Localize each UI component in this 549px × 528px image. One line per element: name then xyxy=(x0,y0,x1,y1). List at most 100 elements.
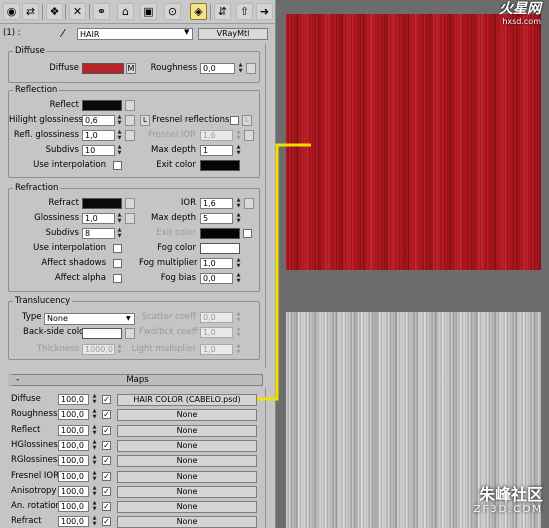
map-enable-checkbox[interactable]: ✓ xyxy=(102,486,111,496)
map-slot-button[interactable]: None xyxy=(117,501,257,514)
map-amount-spinner[interactable]: ▲ ▼ xyxy=(91,470,98,482)
map-amount-spinner[interactable]: ▲ ▼ xyxy=(91,394,98,405)
map-slot-button[interactable]: None xyxy=(117,439,257,452)
light-multiplier-field[interactable]: 1,0 xyxy=(200,344,233,355)
map-slot-button[interactable]: None xyxy=(117,455,257,468)
go-to-parent-icon[interactable]: ⇵ xyxy=(214,3,231,20)
map-amount-spinner[interactable]: ▲ ▼ xyxy=(91,485,98,497)
reflection-max-depth-field[interactable]: 1 xyxy=(200,145,233,156)
refraction-glossiness-spinner[interactable]: ▲ ▼ xyxy=(116,213,123,224)
ior-spinner[interactable]: ▲ ▼ xyxy=(235,198,242,209)
refraction-glossiness-map-button[interactable] xyxy=(125,213,135,224)
put-to-library-icon[interactable]: ⌂ xyxy=(117,3,134,20)
refract-color-swatch[interactable] xyxy=(82,198,122,209)
light-multiplier-spinner[interactable]: ▲ ▼ xyxy=(235,344,242,355)
reflection-max-depth-spinner[interactable]: ▲ ▼ xyxy=(235,145,242,156)
refraction-exit-color-swatch[interactable] xyxy=(200,228,240,239)
thickness-field[interactable]: 1000,0 xyxy=(82,344,115,355)
chevron-down-icon[interactable]: ▼ xyxy=(126,315,131,322)
map-slot-button[interactable]: None xyxy=(117,485,257,498)
affect-alpha-checkbox[interactable] xyxy=(113,274,122,283)
map-amount-spinner[interactable]: ▲ ▼ xyxy=(91,409,98,420)
refraction-use-interpolation-checkbox[interactable] xyxy=(113,244,122,253)
map-slot-button[interactable]: None xyxy=(117,424,257,437)
show-end-result-icon[interactable]: ◈ xyxy=(190,3,207,20)
fog-bias-field[interactable]: 0,0 xyxy=(200,273,233,284)
roughness-map-button[interactable] xyxy=(246,63,256,74)
map-enable-checkbox[interactable]: ✓ xyxy=(102,517,111,527)
back-side-color-swatch[interactable] xyxy=(82,328,122,339)
material-effects-icon[interactable]: ▣ xyxy=(140,3,157,20)
map-amount-spinner[interactable]: ▲ ▼ xyxy=(91,424,98,436)
roughness-spinner[interactable]: ▲ ▼ xyxy=(237,63,244,74)
refl-glossiness-spinner[interactable]: ▲ ▼ xyxy=(116,130,123,141)
affect-shadows-checkbox[interactable] xyxy=(113,259,122,268)
fog-multiplier-spinner[interactable]: ▲ ▼ xyxy=(235,258,242,269)
diffuse-map-button[interactable]: M xyxy=(126,63,136,74)
refl-glossiness-map-button[interactable] xyxy=(125,130,135,141)
reflection-subdivs-field[interactable]: 10 xyxy=(82,145,115,156)
reflection-subdivs-spinner[interactable]: ▲ ▼ xyxy=(116,145,123,156)
reset-icon[interactable]: ✕ xyxy=(69,3,86,20)
refraction-exit-color-checkbox[interactable] xyxy=(243,229,252,238)
map-enable-checkbox[interactable]: ✓ xyxy=(102,456,111,466)
scatter-coeff-spinner[interactable]: ▲ ▼ xyxy=(235,312,242,323)
put-to-scene-icon[interactable]: ⇄ xyxy=(22,3,39,20)
fwd-bck-coeff-field[interactable]: 1,0 xyxy=(200,327,233,338)
reflect-map-button[interactable] xyxy=(125,100,135,111)
hilight-lock-button[interactable]: L xyxy=(140,115,150,126)
roughness-field[interactable]: 0,0 xyxy=(200,63,235,74)
refraction-subdivs-spinner[interactable]: ▲ ▼ xyxy=(116,228,123,239)
fwd-bck-coeff-spinner[interactable]: ▲ ▼ xyxy=(235,327,242,338)
map-slot-button[interactable]: HAIR COLOR (CABELO.psd) xyxy=(117,394,257,406)
map-amount-field[interactable]: 100,0 xyxy=(58,409,89,421)
go-forward-icon[interactable]: ⇧ xyxy=(236,3,253,20)
map-amount-spinner[interactable]: ▲ ▼ xyxy=(91,439,98,451)
refraction-subdivs-field[interactable]: 8 xyxy=(82,228,115,239)
ior-map-button[interactable] xyxy=(244,198,254,209)
map-enable-checkbox[interactable]: ✓ xyxy=(102,440,111,450)
refraction-glossiness-field[interactable]: 1,0 xyxy=(82,213,115,224)
make-unique-icon[interactable]: ⚭ xyxy=(93,3,110,20)
reflect-color-swatch[interactable] xyxy=(82,100,122,111)
hilight-glossiness-field[interactable]: 0,6 xyxy=(82,115,115,126)
refl-glossiness-field[interactable]: 1,0 xyxy=(82,130,115,141)
teapot-icon[interactable]: ◉ xyxy=(3,3,20,20)
back-side-map-button[interactable] xyxy=(125,328,135,339)
maps-rollout-header[interactable]: - Maps xyxy=(8,374,263,386)
map-enable-checkbox[interactable]: ✓ xyxy=(102,502,111,512)
map-amount-field[interactable]: 100,0 xyxy=(58,470,89,482)
map-amount-field[interactable]: 100,0 xyxy=(58,485,89,497)
reflection-use-interpolation-checkbox[interactable] xyxy=(113,161,122,170)
map-enable-checkbox[interactable]: ✓ xyxy=(102,410,111,420)
map-amount-field[interactable]: 100,0 xyxy=(58,439,89,451)
map-amount-field[interactable]: 100,0 xyxy=(58,516,89,528)
refraction-max-depth-spinner[interactable]: ▲ ▼ xyxy=(235,213,242,224)
eyedropper-icon[interactable]: ⁄ xyxy=(62,27,64,40)
map-amount-spinner[interactable]: ▲ ▼ xyxy=(91,501,98,512)
map-amount-field[interactable]: 100,0 xyxy=(58,455,89,467)
fresnel-ior-spinner[interactable]: ▲ ▼ xyxy=(235,130,242,141)
scatter-coeff-field[interactable]: 0,0 xyxy=(200,312,233,323)
map-amount-spinner[interactable]: ▲ ▼ xyxy=(91,455,98,466)
show-map-icon[interactable]: ⊙ xyxy=(164,3,181,20)
refraction-max-depth-field[interactable]: 5 xyxy=(200,213,233,224)
fresnel-reflections-checkbox[interactable] xyxy=(230,116,239,125)
select-by-material-icon[interactable]: ➜ xyxy=(256,3,273,20)
thickness-spinner[interactable]: ▲ ▼ xyxy=(116,344,123,355)
chevron-down-icon[interactable]: ▼ xyxy=(184,28,189,36)
refract-map-button[interactable] xyxy=(125,198,135,209)
ior-field[interactable]: 1,6 xyxy=(200,198,233,209)
hilight-glossiness-spinner[interactable]: ▲ ▼ xyxy=(116,115,123,126)
map-amount-field[interactable]: 100,0 xyxy=(58,424,89,436)
translucency-type-dropdown[interactable]: None xyxy=(44,313,135,325)
material-type-button[interactable]: VRayMtl xyxy=(198,28,268,40)
material-name-field[interactable]: HAIR xyxy=(77,28,193,40)
diffuse-color-swatch[interactable] xyxy=(82,63,124,74)
fresnel-lock-button[interactable]: L xyxy=(242,115,252,126)
fresnel-ior-field[interactable]: 1,6 xyxy=(200,130,233,141)
map-enable-checkbox[interactable]: ✓ xyxy=(102,395,111,404)
map-amount-field[interactable]: 100,0 xyxy=(58,501,89,513)
fog-multiplier-field[interactable]: 1,0 xyxy=(200,258,233,269)
map-slot-button[interactable]: None xyxy=(117,409,257,422)
